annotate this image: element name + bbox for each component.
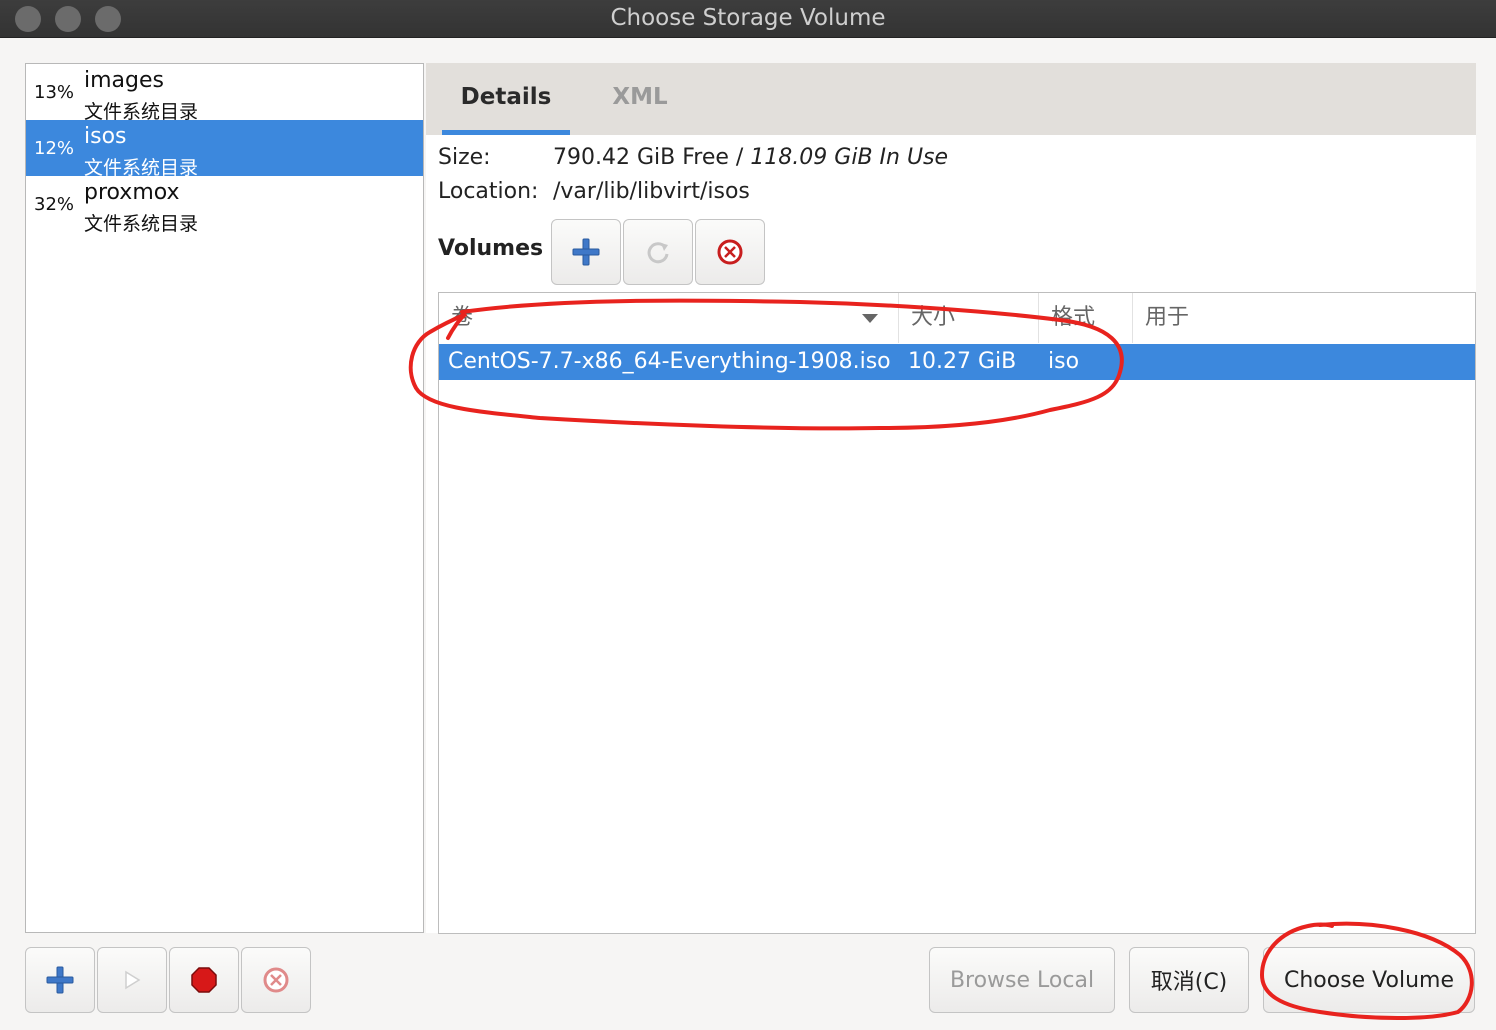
volume-name: CentOS-7.7-x86_64-Everything-1908.iso [448,349,891,374]
size-label: Size: [438,145,491,170]
delete-volume-button[interactable] [695,219,765,285]
start-pool-button[interactable] [97,947,167,1013]
cancel-button[interactable]: 取消(C) [1129,947,1249,1013]
refresh-icon [647,242,669,264]
delete-pool-button[interactable] [241,947,311,1013]
volume-format: iso [1048,349,1080,374]
play-icon [125,970,141,990]
pool-name: images [84,68,164,93]
add-volume-button[interactable] [551,219,621,285]
volume-table[interactable]: 卷 大小 格式 用于 CentOS-7.7-x86_64-Everything-… [438,292,1476,934]
size-value: 790.42 GiB Free / 118.09 GiB In Use [553,145,948,170]
plus-icon [572,238,600,266]
delete-icon [717,239,743,265]
window-title: Choose Storage Volume [610,5,886,31]
volume-size: 10.27 GiB [908,349,1017,374]
location-label: Location: [438,179,539,204]
column-header-used-by[interactable]: 用于 [1133,293,1475,343]
volume-table-header: 卷 大小 格式 用于 [439,293,1475,343]
tab-xml[interactable]: XML [596,63,684,135]
pool-usage: 32% [34,194,75,215]
storage-pool-list[interactable]: 13% images 文件系统目录 12% isos 文件系统目录 32% pr… [25,63,424,933]
tab-details[interactable]: Details [442,63,570,135]
pool-usage: 12% [34,138,75,159]
stop-icon [191,967,217,993]
size-separator: / [728,145,751,170]
table-row[interactable]: CentOS-7.7-x86_64-Everything-1908.iso 10… [439,344,1475,380]
pool-usage: 13% [34,82,75,103]
tab-bar: Details XML [426,63,1476,135]
choose-volume-button[interactable]: Choose Volume [1263,947,1475,1013]
location-value: /var/lib/libvirt/isos [553,179,750,204]
sort-arrow-icon [862,314,878,323]
stop-pool-button[interactable] [169,947,239,1013]
plus-icon [46,966,74,994]
pool-name: isos [84,124,127,149]
pool-name: proxmox [84,180,180,205]
add-pool-button[interactable] [25,947,95,1013]
volumes-label: Volumes [438,236,544,261]
refresh-volumes-button[interactable] [623,219,693,285]
column-header-size[interactable]: 大小 [899,293,1039,343]
title-bar: Choose Storage Volume [0,0,1496,38]
pool-type: 文件系统目录 [84,213,199,235]
pool-item-images[interactable]: 13% images 文件系统目录 [26,64,423,123]
column-header-volume[interactable]: 卷 [439,293,899,343]
pool-item-isos[interactable]: 12% isos 文件系统目录 [26,120,423,179]
column-header-format[interactable]: 格式 [1039,293,1133,343]
pool-item-proxmox[interactable]: 32% proxmox 文件系统目录 [26,176,423,235]
size-in-use: 118.09 GiB In Use [750,145,949,170]
size-free: 790.42 GiB Free [553,145,729,170]
browse-local-button[interactable]: Browse Local [929,947,1115,1013]
delete-icon [263,967,289,993]
